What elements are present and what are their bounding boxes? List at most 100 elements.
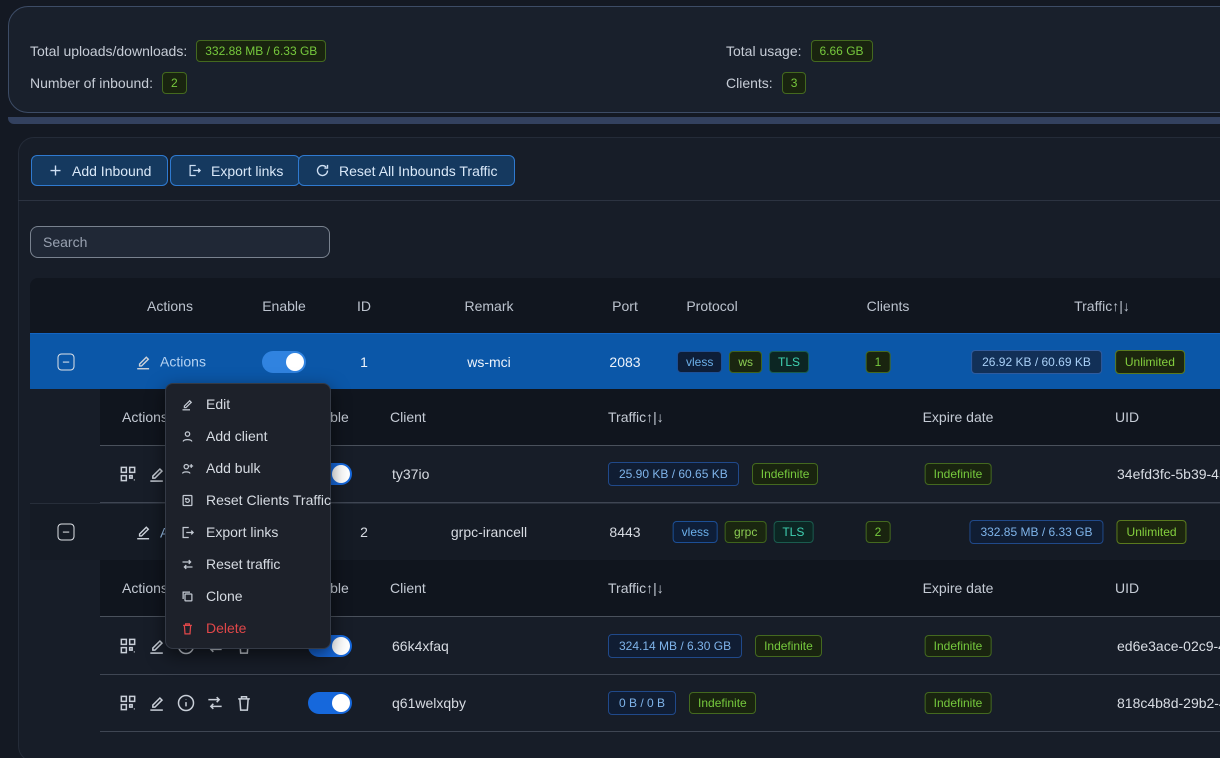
expire-badge: Indefinite — [925, 692, 992, 714]
edit-icon — [180, 397, 195, 412]
menu-item-export-links[interactable]: Export links — [166, 516, 330, 548]
toggle-on[interactable] — [308, 692, 352, 714]
col-expire: Expire date — [923, 409, 994, 425]
export-links-button[interactable]: Export links — [170, 155, 300, 186]
menu-item-add-bulk[interactable]: Add bulk — [166, 452, 330, 484]
qr-code-icon[interactable] — [118, 464, 138, 484]
stat-label: Number of inbound: — [30, 75, 153, 91]
qr-code-icon[interactable] — [118, 636, 138, 656]
traffic-badge: 332.85 MB / 6.33 GB — [969, 520, 1103, 544]
actions-context-menu: Edit Add client Add bulk Reset Clients T… — [165, 383, 331, 649]
expire-badge: Indefinite — [925, 463, 992, 485]
stat-label: Total usage: — [726, 43, 802, 59]
stat-inbound-count: Number of inbound: 2 — [30, 71, 187, 95]
edit-icon — [134, 352, 153, 371]
client-actions — [118, 693, 254, 713]
reset-clients-traffic-icon — [180, 493, 195, 508]
protocol-badges: vless ws TLS — [677, 351, 809, 373]
inbounds-page: Total uploads/downloads: 332.88 MB / 6.3… — [0, 0, 1220, 758]
inbound-id: 2 — [360, 524, 368, 540]
stat-value-badge: 332.88 MB / 6.33 GB — [196, 40, 326, 62]
menu-item-add-client[interactable]: Add client — [166, 420, 330, 452]
enable-toggle[interactable] — [262, 351, 306, 373]
expire-badge: Indefinite — [925, 635, 992, 657]
client-uid: 34efd3fc-5b39-45 — [1117, 466, 1220, 482]
data-limit-badge: Indefinite — [752, 463, 819, 485]
tls-badge: TLS — [769, 351, 809, 373]
export-icon — [180, 525, 195, 540]
info-icon[interactable] — [176, 693, 196, 713]
client-name: 66k4xfaq — [392, 638, 449, 654]
inbound-id: 1 — [360, 354, 368, 370]
client-enable-toggle[interactable] — [308, 692, 352, 714]
menu-item-delete[interactable]: Delete — [166, 612, 330, 644]
trash-icon[interactable] — [234, 693, 254, 713]
edit-icon — [134, 523, 153, 542]
client-name: ty37io — [392, 466, 429, 482]
inbound-remark: ws-mci — [467, 354, 511, 370]
inbound-remark: grpc-irancell — [451, 524, 527, 540]
edit-icon[interactable] — [147, 636, 167, 656]
collapse-toggle[interactable]: − — [58, 524, 75, 541]
menu-item-reset-clients-traffic[interactable]: Reset Clients Traffic — [166, 484, 330, 516]
edit-icon[interactable] — [147, 693, 167, 713]
inbound-port: 8443 — [609, 524, 640, 540]
col-actions: Actions — [147, 298, 193, 314]
protocol-badges: vless grpc TLS — [673, 521, 814, 543]
menu-item-edit[interactable]: Edit — [166, 388, 330, 420]
col-traffic-sort[interactable]: Traffic↑|↓ — [1074, 298, 1130, 314]
client-count-badge: 1 — [866, 351, 891, 373]
client-uid: 818c4b8d-29b2-4 — [1117, 695, 1220, 711]
reset-all-label: Reset All Inbounds Traffic — [339, 163, 498, 179]
collapse-toggle[interactable]: − — [58, 353, 75, 370]
client-name: q61welxqby — [392, 695, 466, 711]
add-bulk-icon — [180, 461, 195, 476]
clone-icon — [180, 589, 195, 604]
add-inbound-label: Add Inbound — [72, 163, 151, 179]
col-traffic-sort[interactable]: Traffic↑|↓ — [608, 409, 664, 425]
transport-badge: grpc — [725, 521, 766, 543]
collapse-minus-icon[interactable]: − — [58, 524, 75, 541]
data-limit-badge: Indefinite — [755, 635, 822, 657]
reset-all-traffic-button[interactable]: Reset All Inbounds Traffic — [298, 155, 515, 186]
inbound-row-1[interactable]: − Actions 1 ws-mci 2083 vless ws TLS 1 2… — [30, 333, 1220, 389]
col-uid: UID — [1115, 409, 1139, 425]
reset-traffic-icon[interactable] — [205, 693, 225, 713]
menu-item-clone[interactable]: Clone — [166, 580, 330, 612]
qr-code-icon[interactable] — [118, 693, 138, 713]
stat-total-usage: Total usage: 6.66 GB — [726, 39, 873, 63]
traffic-badges: 26.92 KB / 60.69 KB Unlimited — [971, 350, 1185, 374]
collapse-minus-icon[interactable]: − — [58, 353, 75, 370]
stat-value-badge: 6.66 GB — [811, 40, 873, 62]
stats-card-shadow — [8, 117, 1220, 124]
add-client-icon — [180, 429, 195, 444]
edit-icon[interactable] — [147, 464, 167, 484]
export-links-label: Export links — [211, 163, 283, 179]
stat-value-badge: 2 — [162, 72, 187, 94]
inbounds-table-header: Actions Enable ID Remark Port Protocol C… — [30, 278, 1220, 333]
total-badge: Unlimited — [1115, 350, 1185, 374]
col-remark: Remark — [464, 298, 513, 314]
col-traffic-sort[interactable]: Traffic↑|↓ — [608, 580, 664, 596]
search-input[interactable] — [30, 226, 330, 258]
col-actions: Actions — [122, 580, 168, 596]
tls-badge: TLS — [773, 521, 813, 543]
traffic-badge: 26.92 KB / 60.69 KB — [971, 350, 1102, 374]
client-row[interactable]: q61welxqby 0 B / 0 B Indefinite Indefini… — [100, 675, 1220, 732]
data-limit-badge: Indefinite — [689, 692, 756, 714]
row-actions-menu-trigger[interactable]: Actions — [134, 352, 206, 371]
client-traffic: 0 B / 0 B Indefinite — [608, 691, 756, 715]
traffic-badges: 332.85 MB / 6.33 GB Unlimited — [969, 520, 1186, 544]
menu-item-reset-traffic[interactable]: Reset traffic — [166, 548, 330, 580]
client-traffic: 324.14 MB / 6.30 GB Indefinite — [608, 634, 822, 658]
total-badge: Unlimited — [1117, 520, 1187, 544]
col-clients: Clients — [867, 298, 910, 314]
client-uid: ed6e3ace-02c9-4 — [1117, 638, 1220, 654]
add-inbound-button[interactable]: Add Inbound — [31, 155, 168, 186]
client-traffic: 25.90 KB / 60.65 KB Indefinite — [608, 462, 818, 486]
toggle-on[interactable] — [262, 351, 306, 373]
col-actions: Actions — [122, 409, 168, 425]
trash-icon — [180, 621, 195, 636]
col-expire: Expire date — [923, 580, 994, 596]
toolbar-divider — [18, 200, 1220, 201]
